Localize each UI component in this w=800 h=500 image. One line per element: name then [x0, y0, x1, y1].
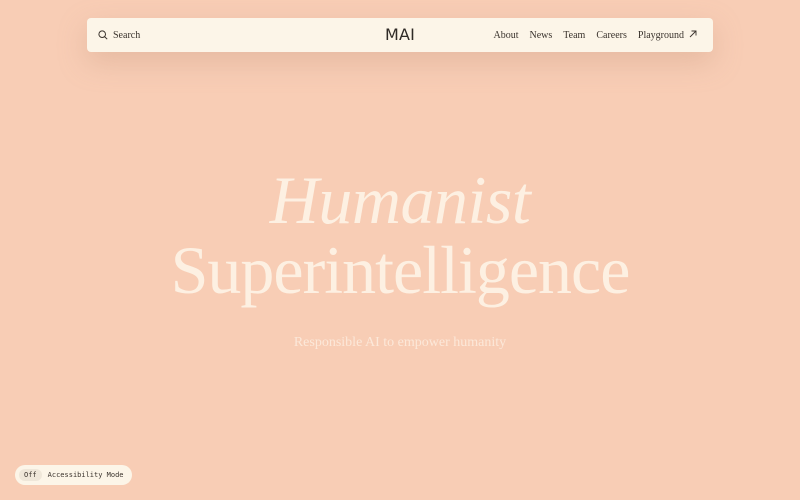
nav-team-link[interactable]: Team [563, 30, 585, 41]
accessibility-state-badge: Off [19, 469, 42, 481]
hero-title-line1: Humanist [269, 162, 531, 238]
nav-playground-label: Playground [637, 29, 684, 41]
search-button[interactable]: Search [98, 18, 140, 52]
accessibility-mode-label: Accessibility Mode [47, 471, 124, 479]
accessibility-mode-toggle[interactable]: Off Accessibility Mode [15, 465, 132, 485]
top-navigation-bar: Search MAI About News Team Careers Playg… [87, 18, 713, 52]
nav-careers-link[interactable]: Careers [596, 30, 627, 41]
arrow-up-right-icon [689, 30, 697, 41]
nav-news-link[interactable]: News [529, 30, 552, 41]
nav-playground-link[interactable]: Playground [638, 30, 697, 41]
hero-title-line2: Superintelligence [170, 232, 631, 308]
nav-team-label: Team [563, 29, 586, 41]
search-icon [98, 30, 108, 40]
nav-careers-label: Careers [596, 29, 627, 41]
nav-news-label: News [529, 29, 553, 41]
main-nav: About News Team Careers Playground [493, 18, 697, 52]
nav-about-link[interactable]: About [493, 30, 518, 41]
search-label: Search [113, 29, 141, 41]
hero-subtitle: Responsible AI to empower humanity [293, 335, 507, 350]
brand-logo[interactable]: MAI [385, 25, 415, 44]
nav-about-label: About [493, 29, 519, 41]
